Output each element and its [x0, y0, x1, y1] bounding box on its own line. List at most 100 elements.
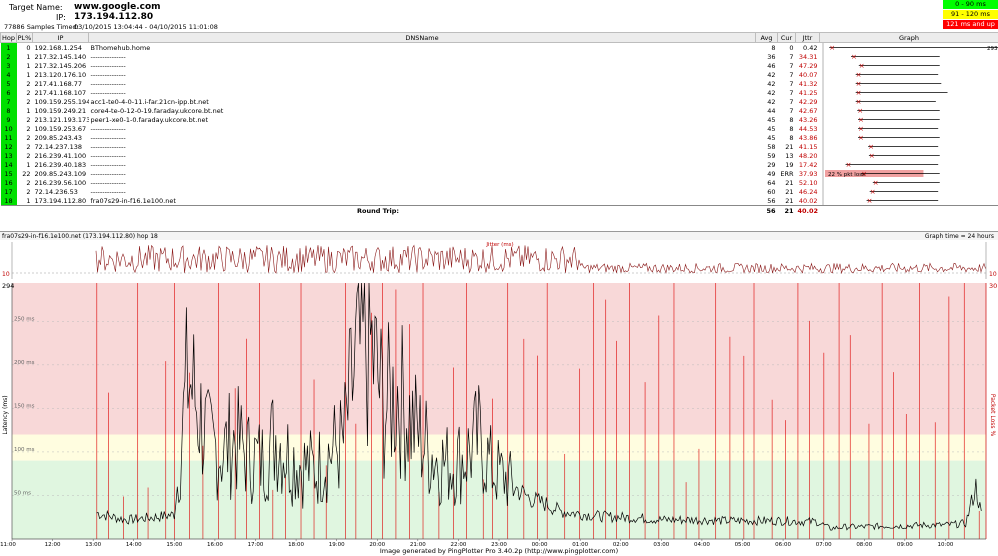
cur-latency: 7: [789, 52, 794, 61]
hop-graph[interactable]: ×: [820, 61, 998, 70]
hop-number: 1: [0, 42, 17, 52]
column-header-ip[interactable]: IP: [32, 32, 89, 43]
table-row[interactable]: 10 2 109.159.253.67 --------------- 45 8 44.53…: [0, 124, 998, 133]
packet-loss: 2: [26, 178, 31, 187]
latency-chart[interactable]: 10 10 Jitter (ms) 294 30 Latency (ms) Pa…: [0, 240, 998, 547]
cur-latency: 7: [789, 70, 794, 79]
hop-graph[interactable]: ×: [820, 115, 998, 124]
cur-latency: 21: [785, 187, 794, 196]
hop-graph[interactable]: ×: [820, 187, 998, 196]
table-row[interactable]: 4 1 213.120.176.10 --------------- 42 7 40.07 ×: [0, 70, 998, 79]
packet-loss: 1: [26, 52, 31, 61]
hop-avg-marker: ×: [845, 161, 851, 169]
avg-latency: 49: [767, 169, 776, 178]
hop-graph[interactable]: ×: [820, 160, 998, 169]
jitter-value: 44.53: [798, 124, 818, 133]
jitter-value: 47.29: [798, 61, 818, 70]
packet-loss: 2: [26, 187, 31, 196]
round-trip-jitter: 40.02: [795, 205, 820, 215]
hop-avg-marker: ×: [868, 143, 874, 151]
table-row[interactable]: 12 2 72.14.237.138 --------------- 58 21 41.15…: [0, 142, 998, 151]
jitter-value: 17.42: [798, 160, 818, 169]
hop-avg-marker: ×: [858, 116, 864, 124]
hop-graph[interactable]: ×: [820, 97, 998, 106]
column-header-hop[interactable]: Hop: [0, 32, 17, 43]
table-row[interactable]: 14 1 216.239.40.183 --------------- 29 19 17.4…: [0, 160, 998, 169]
hop-graph[interactable]: ×: [820, 106, 998, 115]
hop-graph[interactable]: ×: [820, 88, 998, 97]
table-row[interactable]: 17 2 72.14.236.53 --------------- 60 21 46.24 ×: [0, 187, 998, 196]
table-row[interactable]: 6 2 217.41.168.107 --------------- 42 7 41.25 ×: [0, 88, 998, 97]
hop-graph[interactable]: ×: [820, 133, 998, 142]
legend-green: 0 - 90 ms: [943, 0, 998, 9]
hop-graph[interactable]: ×: [820, 196, 998, 206]
table-row[interactable]: 9 2 213.121.193.173 peer1-xe0-1-0.faraday.u…: [0, 115, 998, 124]
y-axis-label: Latency (ms): [2, 395, 9, 434]
hop-number: 3: [0, 61, 17, 70]
column-header-graph[interactable]: Graph: [819, 32, 998, 43]
column-header-cur[interactable]: Cur: [777, 32, 796, 43]
cur-latency: 7: [789, 88, 794, 97]
jitter-value: 40.07: [798, 70, 818, 79]
hop-graph[interactable]: × 22 % pkt loss: [820, 169, 998, 178]
table-row[interactable]: 2 1 217.32.145.140 --------------- 36 7 34.31 ×: [0, 52, 998, 61]
dns-name: ---------------: [90, 88, 126, 97]
target-name-value: www.google.com: [74, 2, 161, 12]
dns-name: ---------------: [90, 70, 126, 79]
y-tick-label: 200 ms: [14, 360, 35, 366]
hop-avg-marker: ×: [858, 125, 864, 133]
cur-latency: 13: [785, 151, 794, 160]
round-trip-cur: 21: [777, 205, 796, 215]
jitter-value: 41.15: [798, 142, 818, 151]
ip-address: 173.194.112.80: [34, 196, 87, 205]
jitter-value: 42.67: [798, 106, 818, 115]
avg-latency: 58: [767, 142, 776, 151]
cur-latency: 8: [789, 115, 794, 124]
column-header-pl[interactable]: PL%: [16, 32, 33, 43]
column-header-avg[interactable]: Avg: [755, 32, 778, 43]
table-row[interactable]: 10192.168.1.254BThomehub.home800.42×2938: [0, 42, 998, 52]
packet-loss: 0: [26, 43, 31, 52]
packet-loss: 2: [26, 151, 31, 160]
graph-time-label[interactable]: Graph time = 24 hours: [925, 233, 994, 240]
hop-graph[interactable]: ×: [820, 151, 998, 160]
table-row[interactable]: 15 22 209.85.243.109 --------------- 49 ERR 37…: [0, 169, 998, 178]
table-row[interactable]: 3 1 217.32.145.206 --------------- 46 7 47.29 ×: [0, 61, 998, 70]
dns-name: fra07s29-in-f16.1e100.net: [90, 196, 176, 205]
hop-graph[interactable]: ×: [820, 142, 998, 151]
hop-graph[interactable]: ×: [820, 79, 998, 88]
hop-number: 16: [0, 178, 17, 187]
avg-latency: 64: [767, 178, 776, 187]
table-row[interactable]: 7 2 109.159.255.194 acc1-te0-4-0-11.i-far.2…: [0, 97, 998, 106]
table-row[interactable]: 5 2 217.41.168.77 --------------- 42 7 41.32 ×: [0, 79, 998, 88]
cur-latency: 7: [789, 61, 794, 70]
table-row[interactable]: 8 1 109.159.249.21 core4-te-0-12-0-19.farad…: [0, 106, 998, 115]
latency-panel: 294 30 Latency (ms) Packet Loss % 250 ms…: [0, 282, 997, 547]
hop-number: 15: [0, 169, 17, 178]
column-header-jitter[interactable]: Jttr: [795, 32, 820, 43]
y-tick-label: 100 ms: [14, 447, 35, 453]
avg-latency: 8: [771, 43, 776, 52]
hop-number: 9: [0, 115, 17, 124]
table-row[interactable]: 13 2 216.239.41.100 --------------- 59 13 48.2…: [0, 151, 998, 160]
hop-number: 6: [0, 88, 17, 97]
table-row[interactable]: 18 1 173.194.112.80 fra07s29-in-f16.1e100.n…: [0, 196, 998, 206]
hop-graph[interactable]: ×2938: [820, 43, 998, 52]
ip-address: 217.32.145.206: [34, 61, 87, 70]
hop-avg-marker: ×: [855, 71, 861, 79]
table-row[interactable]: 11 2 209.85.243.43 --------------- 45 8 43.86 ×: [0, 133, 998, 142]
table-row[interactable]: 16 2 216.239.56.100 --------------- 64 21 52.1…: [0, 178, 998, 187]
cur-latency: 0: [789, 43, 794, 52]
packet-loss: 2: [26, 97, 31, 106]
column-header-dns[interactable]: DNSName: [88, 32, 756, 43]
hop-table: Hop PL% IP DNSName Avg Cur Jttr Graph 10…: [0, 32, 998, 215]
dns-name: acc1-te0-4-0-11.i-far.21cn-ipp.bt.net: [90, 97, 209, 106]
hop-graph[interactable]: ×: [820, 70, 998, 79]
hop-avg-marker: ×: [868, 152, 874, 160]
hop-graph[interactable]: ×: [820, 52, 998, 61]
jitter-value: 37.93: [798, 169, 818, 178]
dns-name: ---------------: [90, 52, 126, 61]
hop-graph[interactable]: ×: [820, 124, 998, 133]
avg-latency: 46: [767, 61, 776, 70]
hop-graph[interactable]: ×: [820, 178, 998, 187]
